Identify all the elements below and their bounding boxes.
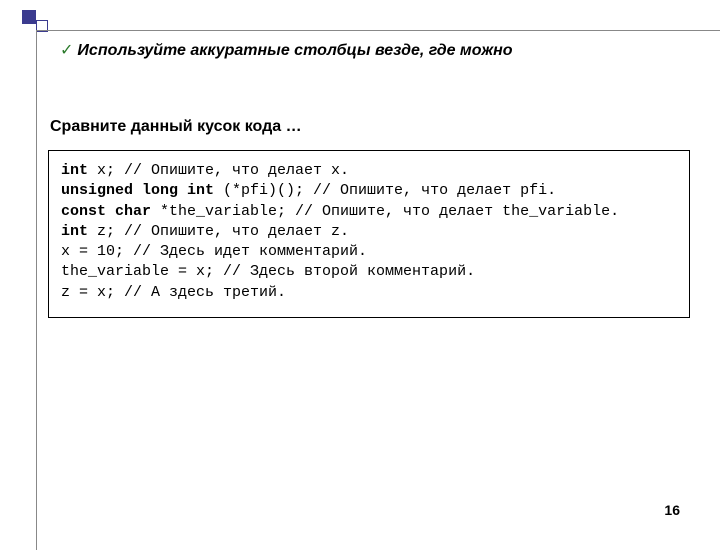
code-line-1: x; // Опишите, что делает x. [88,162,349,179]
kw-int-2: int [61,223,88,240]
decor-horizontal-line [36,30,720,31]
page-number: 16 [664,502,680,518]
code-line-4: z; // Опишите, что делает z. [88,223,349,240]
decor-square-filled [22,10,36,24]
title-text: Используйте аккуратные столбцы везде, гд… [77,42,512,59]
decor-vertical-line [36,30,37,550]
code-block: int x; // Опишите, что делает x. unsigne… [48,150,690,318]
code-line-5: x = 10; // Здесь идет комментарий. [61,243,367,260]
kw-unsigned-long-int: unsigned long int [61,182,214,199]
code-line-2: (*pfi)(); // Опишите, что делает pfi. [214,182,556,199]
code-line-3: *the_variable; // Опишите, что делает th… [151,203,619,220]
kw-const-char: const char [61,203,151,220]
slide-title: ✓Используйте аккуратные столбцы везде, г… [60,40,690,60]
code-line-7: z = x; // А здесь третий. [61,284,286,301]
slide-subtitle: Сравните данный кусок кода … [50,118,302,136]
kw-int-1: int [61,162,88,179]
checkmark-icon: ✓ [60,40,73,59]
code-line-6: the_variable = x; // Здесь второй коммен… [61,263,475,280]
slide: ✓Используйте аккуратные столбцы везде, г… [0,0,720,540]
